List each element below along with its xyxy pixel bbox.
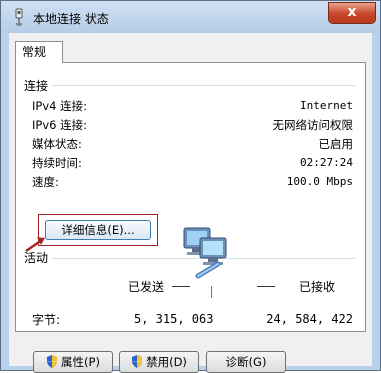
disable-button[interactable]: 禁用(D)	[119, 351, 199, 373]
uac-shield-icon	[47, 355, 58, 368]
bytes-label: 字节:	[32, 313, 61, 327]
ipv6-value: 无网络访问权限	[272, 118, 354, 132]
status-window: 本地连接 状态 x 常规 连接 IPv4 连接: Internet IPv6 连…	[0, 0, 381, 373]
ipv4-label: IPv4 连接:	[32, 99, 87, 113]
connection-section-label: 连接	[24, 79, 49, 93]
properties-button[interactable]: 属性(P)	[33, 351, 113, 373]
received-label: 已接收	[299, 280, 336, 294]
close-button[interactable]: x	[328, 2, 376, 24]
duration-value: 02:27:24	[300, 156, 353, 169]
client-area: 常规 连接 IPv4 连接: Internet IPv6 连接: 无网络访问权限…	[9, 33, 372, 373]
activity-section-label: 活动	[24, 251, 49, 265]
network-activity-icon	[183, 227, 227, 279]
ipv6-label: IPv6 连接:	[32, 118, 87, 132]
ipv4-value: Internet	[300, 99, 353, 112]
activity-separator	[211, 286, 212, 298]
properties-label: 属性(P)	[61, 355, 100, 369]
window-title: 本地连接 状态	[33, 12, 109, 26]
connection-divider	[52, 85, 355, 86]
diagnose-button[interactable]: 诊断(G)	[206, 351, 286, 373]
bytes-sent-value: 5, 315, 063	[134, 312, 214, 326]
sent-dash	[172, 286, 190, 287]
speed-value: 100.0 Mbps	[286, 175, 353, 188]
details-button[interactable]: 详细信息(E)...	[45, 220, 151, 240]
tab-general[interactable]: 常规	[15, 41, 63, 63]
sent-label: 已发送	[128, 280, 165, 294]
media-status-label: 媒体状态:	[32, 137, 82, 151]
duration-label: 持续时间:	[32, 156, 82, 170]
speed-label: 速度:	[32, 175, 59, 189]
title-bar[interactable]: 本地连接 状态 x	[1, 1, 380, 33]
bytes-received-value: 24, 584, 422	[266, 312, 353, 326]
network-connection-icon	[15, 8, 23, 26]
diagnose-label: 诊断(G)	[225, 355, 267, 369]
uac-shield-icon	[132, 355, 143, 368]
tab-panel-general: 连接 IPv4 连接: Internet IPv6 连接: 无网络访问权限 媒体…	[15, 62, 366, 332]
media-status-value: 已启用	[318, 137, 354, 151]
disable-label: 禁用(D)	[146, 355, 187, 369]
received-dash	[257, 286, 275, 287]
